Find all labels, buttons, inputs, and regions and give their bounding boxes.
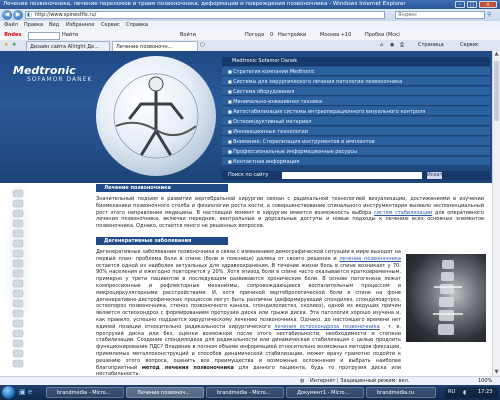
tools-menu[interactable]: Сервис	[460, 40, 479, 51]
site-menu-item-minimal[interactable]: Минимально-инвазивная техника	[222, 97, 490, 106]
search-icon[interactable]: ⚲	[487, 11, 491, 18]
page-scrollbar[interactable]: ▲ ▼	[492, 51, 500, 376]
section-title-degenerative: Дегенеративные заболевания позвоночника	[96, 237, 228, 252]
site-menu: Стратегия компании Medtronic Системы для…	[222, 67, 490, 167]
start-button[interactable]	[2, 386, 15, 399]
site-menu-item-auto[interactable]: Автостабилизация системы интраоперационн…	[222, 107, 490, 116]
site-search-input[interactable]	[282, 172, 422, 179]
tab-label: Дизайн сайта Allright Де...	[30, 44, 99, 50]
scroll-up-icon[interactable]: ▲	[493, 51, 500, 58]
para2-text3: , т. е. протрузий диска или без, оценки …	[96, 323, 401, 371]
header-figure-image	[96, 56, 216, 176]
address-bar-row: ◀ ▶ ◧ http://www.spinestfix.ru/ Яндекс ⚲	[0, 9, 500, 21]
section-title-treatment: Лечение позвоночника	[96, 184, 228, 192]
new-tab-icon[interactable]: ▢	[200, 40, 205, 51]
site-menu-item-equipment[interactable]: Система оборудования	[222, 87, 490, 96]
para2-text2: остается одной из наиболее актуальных дл…	[96, 262, 401, 330]
close-button[interactable]: ×	[479, 1, 497, 8]
yandex-logo: Яndex	[4, 32, 22, 38]
menu-help[interactable]: Справка	[126, 21, 148, 30]
site-search-button[interactable]: Искать	[427, 172, 445, 179]
site-menu-item-resources[interactable]: Профессиональные информационные ресурсы	[222, 147, 490, 156]
logo-subtitle: SOFAMOR DANEK	[27, 76, 93, 83]
find-button[interactable]: Найти	[62, 30, 78, 40]
spine-icon	[12, 189, 24, 368]
menu-view[interactable]: Вид	[49, 21, 59, 30]
minimize-button[interactable]: –	[455, 1, 465, 8]
address-url: http://www.spinestfix.ru/	[35, 12, 97, 18]
section-text-degenerative: Дегенеративные заболевания позвоночника …	[96, 249, 401, 376]
ie-quicklaunch-icon[interactable]: e	[28, 388, 32, 396]
site-menu-item-innovation[interactable]: Инновационные технологии	[222, 127, 490, 136]
language-indicator[interactable]: RU	[448, 387, 455, 398]
search-input[interactable]: Яндекс	[395, 11, 485, 19]
yandex-search-input[interactable]	[28, 32, 60, 40]
menu-tools[interactable]: Сервис	[101, 21, 120, 30]
web-page: Medtronic SOFAMOR DANEK Medtronic Sofamo…	[0, 51, 492, 376]
taskbar-item-ie[interactable]: Лечение позвоноч...	[126, 387, 204, 398]
site-menu-item-strategy[interactable]: Стратегия компании Medtronic	[222, 67, 490, 76]
feeds-icon[interactable]: ◉	[390, 40, 394, 51]
print-icon[interactable]: ⎙	[400, 40, 404, 51]
page-menu[interactable]: Страница	[418, 40, 444, 51]
traffic-button[interactable]: Пробки (Мск)	[365, 30, 400, 40]
osteochondrosis-link[interactable]: лечения остеохондроза позвоночника	[274, 324, 379, 330]
maximize-button[interactable]: □	[467, 1, 477, 8]
window-title-bar: Лечение позвоночника, лечение переломов …	[0, 0, 500, 9]
menu-favorites[interactable]: Избранное	[66, 21, 94, 30]
site-menu-title: Medtronic Sofamor Danek	[222, 57, 490, 66]
scrollbar-thumb[interactable]	[494, 61, 499, 121]
clock[interactable]: 17:23	[478, 385, 492, 400]
moscow-weather[interactable]: Москва +10	[320, 30, 351, 40]
site-menu-item-sterilization[interactable]: Внимание: Стерилизация инструментов и им…	[222, 137, 490, 146]
page-icon: ◧	[27, 12, 32, 18]
site-search: Поиск по сайту Искать	[222, 171, 490, 180]
taskbar-item-folder[interactable]: brandmedia.ru	[366, 387, 436, 398]
home-icon[interactable]: ⌂	[380, 40, 383, 51]
add-favorites-icon[interactable]: ✚	[12, 40, 16, 51]
menu-edit[interactable]: Правка	[24, 21, 43, 30]
window-title: Лечение позвоночника, лечение переломов …	[3, 1, 406, 7]
back-icon[interactable]: ◀	[2, 10, 12, 20]
xray-image	[406, 254, 486, 342]
site-search-label: Поиск по сайту	[228, 172, 269, 178]
site-menu-item-systems[interactable]: Системы для хирургического лечения патол…	[222, 77, 490, 86]
tab-design[interactable]: Дизайн сайта Allright Де...	[26, 41, 110, 51]
section-text-treatment: Значительный подъем в развитии вертебрал…	[96, 196, 484, 230]
tab-active[interactable]: Лечение позвоночн...	[112, 41, 198, 51]
tab-label: Лечение позвоночн...	[116, 44, 173, 50]
scroll-down-icon[interactable]: ▼	[493, 369, 500, 376]
stabilization-systems-link[interactable]: систем стабилизации	[374, 210, 432, 216]
favorites-star-icon[interactable]: ★	[4, 40, 8, 51]
forward-icon[interactable]: ▶	[13, 10, 23, 20]
show-desktop-icon[interactable]: ▣	[19, 388, 26, 396]
weather-button[interactable]: Погода	[245, 30, 264, 40]
xray-spine-icon	[433, 260, 463, 335]
site-header: Medtronic SOFAMOR DANEK Medtronic Sofamo…	[0, 51, 492, 183]
spine-treatment-link[interactable]: лечение позвоночника	[339, 256, 401, 262]
search-engine-label: Яндекс	[398, 12, 418, 18]
spine-figure-icon	[113, 73, 199, 159]
menu-file[interactable]: Файл	[4, 21, 18, 30]
spine-side-image	[4, 186, 32, 376]
volume-icon[interactable]: ◖	[463, 387, 466, 398]
login-button[interactable]: Войти	[180, 30, 196, 40]
address-input[interactable]: ◧ http://www.spinestfix.ru/	[25, 11, 385, 19]
taskbar-item-brandmedia2[interactable]: brandmedia - Micro...	[206, 387, 284, 398]
weather-value: 0	[270, 32, 274, 38]
taskbar-item-word[interactable]: Документ1 - Micro...	[286, 387, 364, 398]
site-menu-item-material[interactable]: Остеоиндуктивный материал	[222, 117, 490, 126]
taskbar-item-brandmedia1[interactable]: brandmedia - Micro...	[46, 387, 124, 398]
site-logo[interactable]: Medtronic SOFAMOR DANEK	[13, 64, 92, 83]
settings-button[interactable]: Настройки	[278, 30, 306, 40]
para2-bold: метод лечения позвоночника	[141, 364, 234, 371]
site-menu-item-contacts[interactable]: Контактная информация	[222, 157, 490, 166]
taskbar: ▣ e brandmedia - Micro... Лечение позвон…	[0, 385, 500, 400]
